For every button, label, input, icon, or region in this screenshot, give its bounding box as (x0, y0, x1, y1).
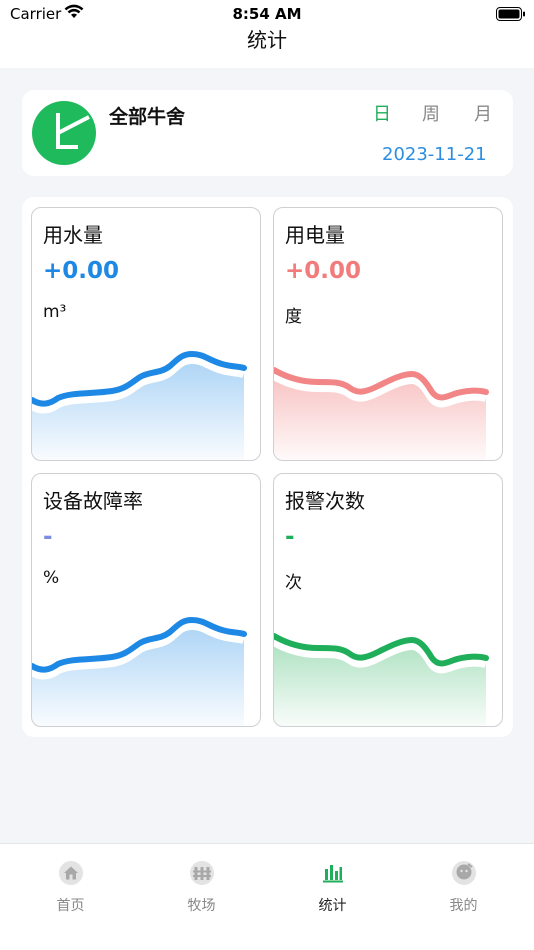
navigation-bar: 统计 (0, 28, 534, 68)
stat-value: - (285, 524, 295, 550)
sparkline-chart (32, 616, 247, 726)
clock-label: 8:54 AM (232, 5, 302, 23)
stat-title: 设备故障率 (43, 489, 143, 513)
tab-day[interactable]: 日 (373, 100, 391, 126)
page-title: 统计 (247, 28, 287, 52)
sparkline-chart (274, 367, 489, 460)
tab-home[interactable]: 首页 (4, 844, 137, 924)
stat-value: +0.00 (285, 258, 362, 284)
tab-week[interactable]: 周 (422, 100, 440, 126)
profile-icon (451, 861, 476, 885)
stat-value: +0.00 (43, 258, 120, 284)
bottom-tab-bar: 首页 牧场 统计 我的 (0, 843, 534, 950)
pie-chart-icon (32, 101, 96, 165)
bar-chart-icon (322, 865, 343, 883)
stat-card-device-fault-rate[interactable]: 设备故障率 - % (31, 473, 261, 727)
stat-title: 报警次数 (285, 489, 365, 513)
stat-card-alarm-count[interactable]: 报警次数 - 次 (273, 473, 503, 727)
date-picker[interactable]: 2023-11-21 (382, 144, 487, 165)
barn-summary-card: 全部牛舍 日 周 月 2023-11-21 (22, 90, 513, 176)
stat-unit: m³ (43, 302, 67, 322)
tab-statistics[interactable]: 统计 (266, 844, 399, 924)
status-bar: Carrier 8:54 AM (0, 0, 534, 28)
sparkline-chart (274, 633, 489, 726)
tab-label: 首页 (56, 898, 85, 914)
tab-label: 统计 (318, 898, 347, 914)
tab-label: 我的 (449, 898, 478, 914)
stat-value: - (43, 524, 53, 550)
tab-ranch[interactable]: 牧场 (135, 844, 268, 924)
stat-unit: % (43, 568, 60, 588)
stat-card-water-usage[interactable]: 用水量 +0.00 m³ (31, 207, 261, 461)
home-icon (58, 861, 83, 885)
sparkline-chart (32, 350, 247, 460)
stats-panel: 用水量 +0.00 m³ 用电量 +0.00 度 设备故障率 - % 报警次数 … (22, 197, 513, 737)
battery-icon (496, 6, 526, 25)
tab-month[interactable]: 月 (474, 100, 492, 126)
tab-profile[interactable]: 我的 (397, 844, 530, 924)
stat-title: 用电量 (285, 223, 345, 247)
tab-label: 牧场 (187, 898, 216, 914)
barn-selector[interactable]: 全部牛舍 (109, 102, 185, 129)
stat-title: 用水量 (43, 223, 103, 247)
stat-card-power-usage[interactable]: 用电量 +0.00 度 (273, 207, 503, 461)
fence-icon (189, 861, 214, 885)
